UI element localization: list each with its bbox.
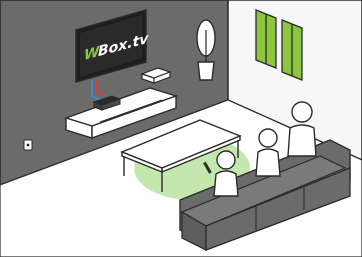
window-right — [281, 19, 303, 81]
person-2 — [255, 128, 281, 177]
wall-outlet — [23, 139, 33, 151]
living-room-illustration: W Box.tv — [0, 0, 362, 257]
plant — [196, 19, 216, 81]
person-3 — [287, 101, 317, 157]
window-left — [255, 9, 277, 69]
